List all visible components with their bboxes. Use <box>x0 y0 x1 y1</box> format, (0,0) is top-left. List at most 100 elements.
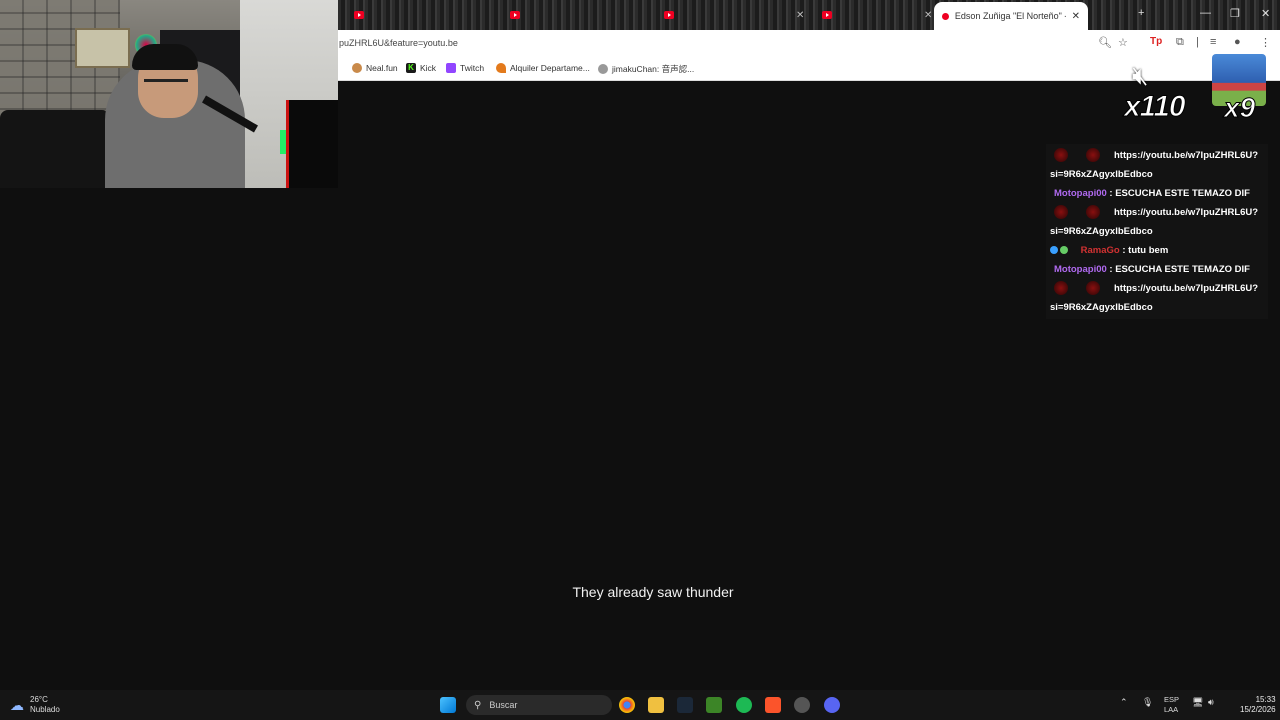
taskbar: ☁ 26°C Nublado ⚲ Buscar ⌃ 🎙︎ ESP LAA 🖥︎ … <box>0 690 1280 720</box>
sofa <box>0 110 110 188</box>
minimize-icon[interactable]: — <box>1200 7 1211 19</box>
bookmark-label: Neal.fun <box>366 63 398 73</box>
maximize-icon[interactable]: ❐ <box>1230 7 1240 20</box>
chat-username: Motopapi00 <box>1054 188 1107 199</box>
mute-count: x110 <box>1124 90 1186 124</box>
address-bar: puZHRL6U&feature=youtu.be 🔍︎ ☆ Tp ⧉ | ≡ … <box>338 30 1280 57</box>
user-badge-icon <box>1054 205 1068 220</box>
youtube-icon <box>354 11 364 19</box>
weather-temp: 26°C <box>30 695 48 704</box>
kick-icon: K <box>406 63 416 73</box>
youtube-icon <box>510 11 520 19</box>
chrome-icon[interactable] <box>619 697 635 713</box>
user-badge-icon <box>1086 281 1100 296</box>
chat-text: https://youtu.be/w7IpuZHRL6U?si=9R6xZAgy… <box>1050 283 1259 313</box>
character-counter-overlay: x9 <box>1210 54 1268 124</box>
chat-username: RamaGo <box>1080 245 1120 256</box>
chat-message: Motopapi00 : ESCUCHA ESTE TEMAZO DIF <box>1050 184 1264 203</box>
chat-message: https://youtu.be/w7IpuZHRL6U?si=9R6xZAgy… <box>1050 279 1264 317</box>
bookmark-star-icon[interactable]: ☆ <box>1118 36 1128 49</box>
volume-icon[interactable]: 🔊︎ <box>1208 697 1214 708</box>
clock-time: 15:33 <box>1255 695 1276 704</box>
bookmark-jimakuchan[interactable]: jimakuChan: 音声認... <box>598 63 694 75</box>
youtube-icon <box>822 11 832 19</box>
nealfun-icon <box>352 63 362 73</box>
profile-avatar-icon[interactable]: ● <box>1234 36 1241 48</box>
chat-text: : ESCUCHA ESTE TEMAZO DIF <box>1109 264 1250 275</box>
bookmark-nealfun[interactable]: Neal.fun <box>352 63 398 73</box>
search-icon: ⚲ <box>474 699 482 711</box>
bookmark-label: Alquiler Departame... <box>510 63 590 73</box>
chat-text: https://youtu.be/w7IpuZHRL6U?si=9R6xZAgy… <box>1050 150 1259 180</box>
search-label: Buscar <box>489 700 518 710</box>
close-tab-icon[interactable]: ✕ <box>796 10 804 21</box>
spotify-icon[interactable] <box>736 697 752 713</box>
close-window-icon[interactable]: ✕ <box>1261 7 1270 20</box>
discord-icon[interactable] <box>824 697 840 713</box>
tab-1[interactable] <box>346 4 372 26</box>
lang-layout: LAA <box>1164 705 1179 714</box>
media-icon[interactable]: ≡ <box>1210 36 1216 48</box>
chat-message: Motopapi00 : ESCUCHA ESTE TEMAZO DIF <box>1050 260 1264 279</box>
bookmark-label: jimakuChan: 音声認... <box>612 64 695 74</box>
chat-message: https://youtu.be/w7IpuZHRL6U?si=9R6xZAgy… <box>1050 146 1264 184</box>
clock-date: 15/2/2026 <box>1240 705 1276 714</box>
tab-4[interactable]: ✕ <box>814 4 940 26</box>
user-badge-icon <box>1086 148 1100 163</box>
chat-username: Motopapi00 <box>1054 264 1107 275</box>
extensions-icon[interactable]: ⧉ <box>1176 36 1184 49</box>
mic-icon[interactable]: 🎙︎ <box>1142 697 1153 708</box>
wall-poster <box>75 28 130 68</box>
minecraft-icon[interactable] <box>706 697 722 713</box>
chat-message: https://youtu.be/w7IpuZHRL6U?si=9R6xZAgy… <box>1050 203 1264 241</box>
tab-active[interactable]: Edson Zuñiga "El Norteño" - Sa ✕ <box>934 2 1088 30</box>
monitor <box>286 100 338 188</box>
chat-text: https://youtu.be/w7IpuZHRL6U?si=9R6xZAgy… <box>1050 207 1259 237</box>
weather-desc: Nublado <box>30 705 60 714</box>
tray-chevron-icon[interactable]: ⌃ <box>1120 697 1128 708</box>
new-tab-icon[interactable]: + <box>1138 7 1144 19</box>
url-field[interactable]: puZHRL6U&feature=youtu.be <box>339 38 458 48</box>
bookmark-label: Twitch <box>460 63 485 73</box>
windows-start-icon[interactable] <box>440 697 456 713</box>
steam-icon[interactable] <box>677 697 693 713</box>
zoom-icon[interactable]: 🔍︎ <box>1098 36 1112 49</box>
webcam-overlay <box>0 0 338 188</box>
streamer-glasses <box>144 74 188 82</box>
bookmark-label: Kick <box>420 63 437 73</box>
divider-icon: | <box>1196 36 1199 48</box>
tab-title: Edson Zuñiga "El Norteño" - Sa <box>954 11 1066 21</box>
close-tab-icon[interactable]: ✕ <box>924 10 932 21</box>
language-indicator[interactable]: ESP LAA <box>1164 695 1179 715</box>
bookmark-alquiler[interactable]: Alquiler Departame... <box>496 63 590 73</box>
twitch-icon <box>446 63 456 73</box>
file-explorer-icon[interactable] <box>648 697 664 713</box>
chat-message: RamaGo : tutu bem <box>1050 241 1264 260</box>
mute-counter-overlay: 🔇︎ x110 <box>1122 54 1186 124</box>
streamer-cap <box>132 44 198 70</box>
user-badge-icon <box>1054 281 1068 296</box>
weather-widget[interactable]: ☁ 26°C Nublado <box>10 695 60 715</box>
bookmark-twitch[interactable]: Twitch <box>446 63 484 73</box>
brave-icon[interactable] <box>765 697 781 713</box>
clock[interactable]: 15:33 15/2/2026 <box>1240 695 1276 715</box>
taskbar-search[interactable]: ⚲ Buscar <box>466 695 612 715</box>
youtube-icon <box>942 12 949 20</box>
youtube-icon <box>664 11 674 19</box>
menu-icon[interactable]: ⋮ <box>1260 36 1271 49</box>
character-count: x9 <box>1223 92 1256 124</box>
network-icon[interactable]: 🖥︎ <box>1192 697 1203 708</box>
user-badge-icon <box>1054 148 1068 163</box>
bookmark-kick[interactable]: K Kick <box>406 63 436 73</box>
lang-code: ESP <box>1164 695 1180 704</box>
close-tab-icon[interactable]: ✕ <box>1072 11 1080 22</box>
chat-text: : tutu bem <box>1122 245 1169 256</box>
badge-icon <box>1060 246 1068 255</box>
badge-icon <box>1050 246 1058 255</box>
browser-tab-strip: ✕ ✕ Edson Zuñiga "El Norteño" - Sa ✕ + —… <box>338 0 1280 30</box>
extension-icon[interactable]: Tp <box>1150 36 1162 47</box>
tab-2[interactable] <box>502 4 528 26</box>
chat-text: : ESCUCHA ESTE TEMAZO DIF <box>1109 188 1250 199</box>
tab-3[interactable]: ✕ <box>656 4 812 26</box>
app-icon[interactable] <box>794 697 810 713</box>
